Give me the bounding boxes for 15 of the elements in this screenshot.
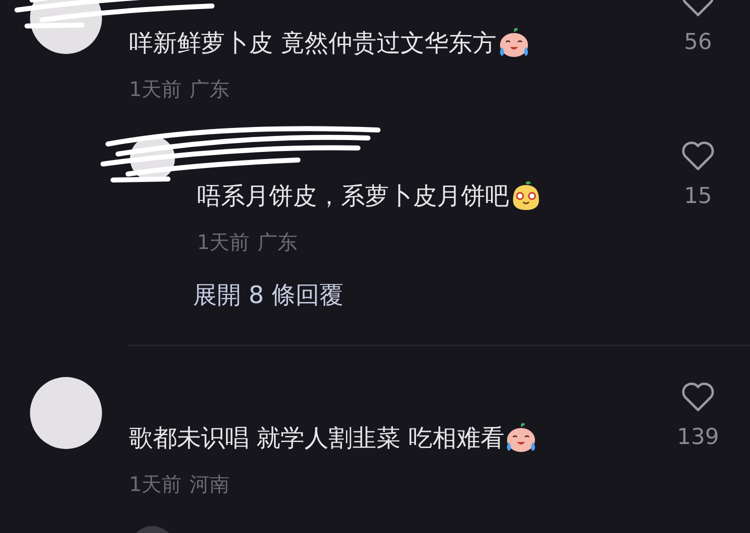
like-count: 139: [677, 424, 719, 452]
comment-text: 咩新鲜萝卜皮 竟然仲贵过文华东方: [129, 27, 668, 59]
comment-location: 广东: [190, 77, 230, 101]
comment-location: 河南: [190, 472, 230, 496]
comment-location: 广东: [258, 230, 298, 254]
heart-icon[interactable]: [681, 382, 715, 412]
comment-text: 唔系月饼皮，系萝卜皮月饼吧: [197, 180, 668, 212]
comment-time: 1天前: [129, 472, 182, 496]
comment-time: 1天前: [129, 77, 182, 101]
like-count: 56: [684, 29, 712, 57]
comment-time: 1天前: [197, 230, 250, 254]
like-count: 15: [684, 183, 712, 211]
comment-text: 歌都未识唱 就学人割韭菜 吃相难看: [129, 422, 668, 454]
heart-icon[interactable]: [681, 141, 715, 171]
expand-replies-button[interactable]: 展開 8 條回覆: [193, 279, 344, 311]
